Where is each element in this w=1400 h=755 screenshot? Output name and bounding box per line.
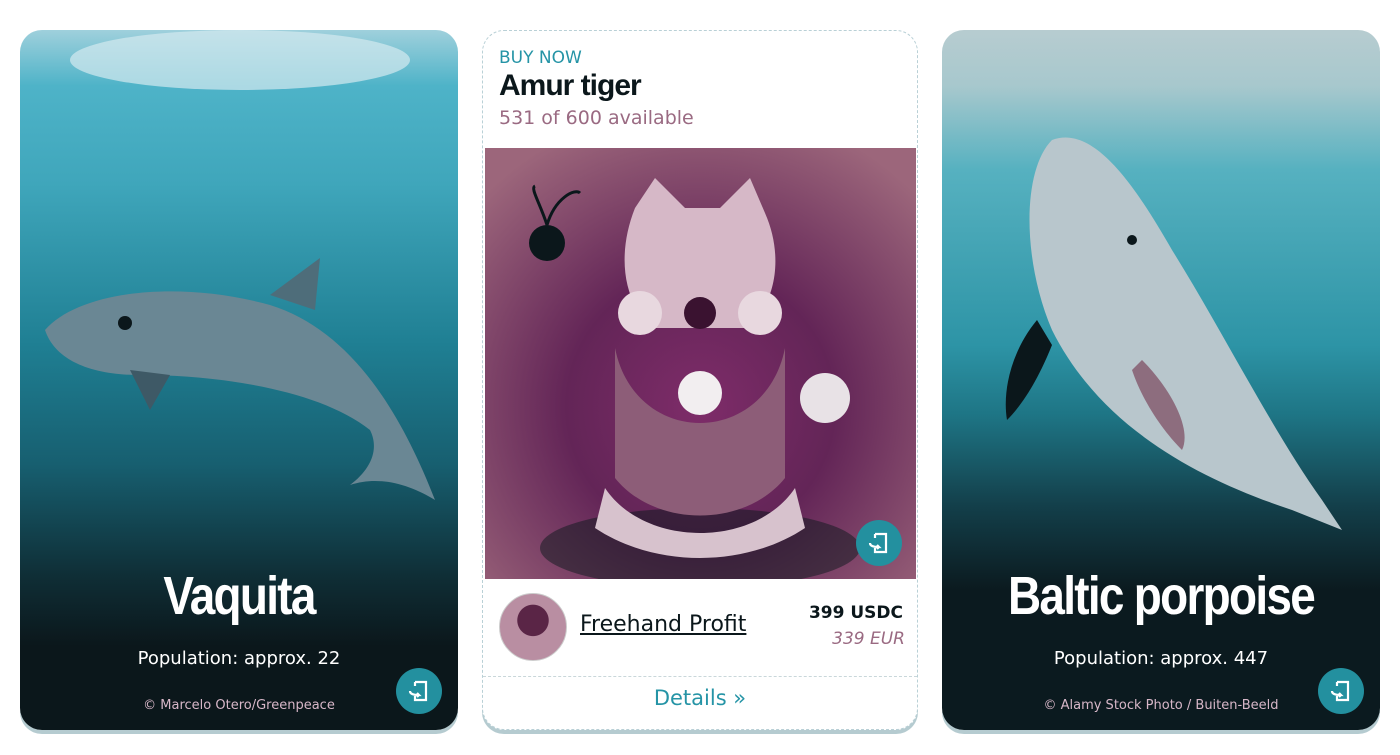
photo-credit: © Marcelo Otero/Greenpeace bbox=[143, 698, 335, 713]
share-exit-icon bbox=[408, 680, 428, 702]
population-text: Population: approx. 447 bbox=[1053, 648, 1269, 669]
details-link[interactable]: Details » bbox=[483, 686, 917, 710]
amur-tiger-card: BUY NOW Amur tiger 531 of 600 available … bbox=[482, 30, 918, 730]
buy-now-label: BUY NOW bbox=[499, 48, 582, 68]
tiger-artwork bbox=[529, 178, 860, 588]
divider bbox=[483, 676, 917, 677]
availability-text: 531 of 600 available bbox=[499, 107, 694, 129]
seller-link[interactable]: Freehand Profit bbox=[580, 612, 746, 637]
price-crypto: 399 USDC bbox=[808, 603, 903, 623]
card-title: Vaquita bbox=[163, 566, 316, 626]
share-exit-icon bbox=[868, 532, 888, 554]
nft-image[interactable] bbox=[485, 148, 916, 588]
card-title: Baltic porpoise bbox=[1007, 566, 1316, 626]
share-button[interactable] bbox=[1318, 668, 1364, 714]
population-text: Population: approx. 22 bbox=[137, 648, 341, 669]
baltic-porpoise-card[interactable]: Baltic porpoise Population: approx. 447 … bbox=[942, 30, 1380, 730]
nft-title: Amur tiger bbox=[499, 69, 642, 102]
seller-avatar[interactable] bbox=[499, 593, 567, 661]
vaquita-card[interactable]: Vaquita Population: approx. 22 © Marcelo… bbox=[20, 30, 458, 730]
price-fiat: 339 EUR bbox=[832, 629, 905, 649]
share-exit-icon bbox=[1330, 680, 1350, 702]
share-button[interactable] bbox=[856, 520, 902, 566]
share-button[interactable] bbox=[396, 668, 442, 714]
photo-credit: © Alamy Stock Photo / Buiten-Beeld bbox=[1043, 698, 1279, 713]
